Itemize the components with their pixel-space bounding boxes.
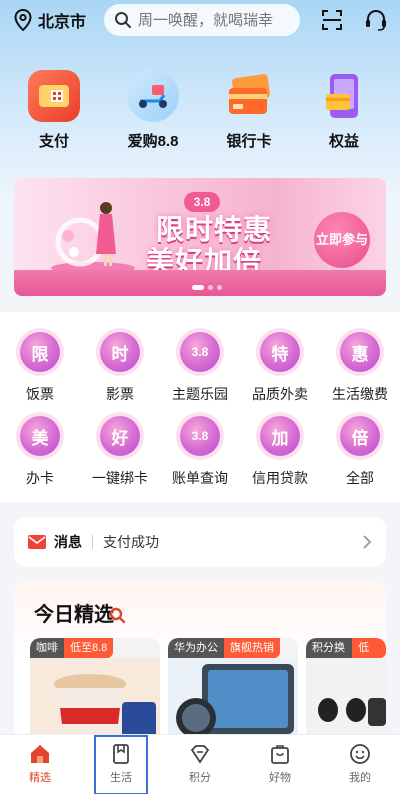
city-selector[interactable]: 北京市 <box>14 8 86 32</box>
search-deco-icon <box>109 607 126 624</box>
grid-label: 生活缴费 <box>332 386 388 402</box>
shopping-bag-icon <box>271 745 289 764</box>
product-card-huawei[interactable]: 华为办公 旗舰热销 <box>168 638 298 740</box>
grid-item-bill-query[interactable]: 3.8 账单查询 <box>160 416 240 488</box>
profile-icon <box>350 744 370 764</box>
chevron-right-icon <box>363 535 372 549</box>
nav-label: 积分 <box>189 772 211 784</box>
badge-icon: 美 <box>20 416 60 456</box>
feature-grid: 限 饭票 时 影票 3.8 主题乐园 特 品质外卖 惠 生活缴费 美 办卡 好 … <box>0 312 400 502</box>
pagination-dot <box>217 285 222 290</box>
section-title: 今日精选 <box>34 604 114 626</box>
message-title: 消息 <box>54 534 82 550</box>
search-bar[interactable] <box>104 4 300 36</box>
badge-icon: 倍 <box>340 416 380 456</box>
customer-service-icon[interactable] <box>364 8 388 32</box>
scooter-icon <box>127 70 179 122</box>
grid-label: 主题乐园 <box>172 386 228 402</box>
scan-icon[interactable] <box>320 8 344 32</box>
service-benefits[interactable]: 权益 <box>304 70 384 151</box>
badge-icon: 限 <box>20 332 60 372</box>
card-tag: 咖啡 <box>30 638 64 658</box>
service-label: 权益 <box>328 133 359 150</box>
card-tag: 华为办公 <box>168 638 224 658</box>
today-picks-section: 今日精选 咖啡 低至8.8 华为办公 旗舰热销 积分换 低 <box>14 580 386 740</box>
service-label: 爱购8.8 <box>127 133 179 150</box>
grid-item-theme-park[interactable]: 3.8 主题乐园 <box>160 332 240 404</box>
badge-icon: 3.8 <box>180 332 220 372</box>
top-header: 北京市 <box>0 0 400 40</box>
nav-label: 精选 <box>29 772 51 784</box>
grid-label: 全部 <box>346 470 374 486</box>
grid-label: 饭票 <box>26 386 54 402</box>
grid-item-bind-card[interactable]: 好 一键绑卡 <box>80 416 160 488</box>
earbuds-product-image <box>306 658 386 740</box>
card-promo: 旗舰热销 <box>224 638 280 658</box>
banner-cta-button[interactable]: 立即参与 <box>314 212 370 268</box>
badge-icon: 惠 <box>340 332 380 372</box>
pagination-dot <box>208 285 213 290</box>
grid-item-apply-card[interactable]: 美 办卡 <box>0 416 80 488</box>
grid-item-movie-ticket[interactable]: 时 影票 <box>80 332 160 404</box>
wallet-icon <box>28 70 80 122</box>
nav-tab-featured[interactable]: 精选 <box>0 735 80 794</box>
service-label: 银行卡 <box>226 133 272 150</box>
tablet-watch-product-image <box>168 658 298 740</box>
grid-label: 信用贷款 <box>252 470 308 486</box>
home-icon <box>31 745 49 763</box>
nav-label: 我的 <box>349 772 371 784</box>
bottom-navigation: 精选 生活 积分 好物 我的 <box>0 734 400 794</box>
phone-gift-icon <box>318 70 370 122</box>
grid-item-food-delivery[interactable]: 特 品质外卖 <box>240 332 320 404</box>
search-input[interactable] <box>138 11 298 29</box>
nav-tab-points[interactable]: 积分 <box>160 735 240 794</box>
envelope-icon <box>28 535 46 549</box>
points-icon <box>190 745 210 764</box>
city-name: 北京市 <box>38 14 87 31</box>
product-card-coffee[interactable]: 咖啡 低至8.8 <box>30 638 160 740</box>
nav-label: 生活 <box>110 772 132 784</box>
grid-item-all[interactable]: 倍 全部 <box>320 416 400 488</box>
location-pin-icon <box>14 9 32 31</box>
badge-icon: 3.8 <box>180 416 220 456</box>
nav-label: 好物 <box>269 772 291 784</box>
message-bar[interactable]: 消息 支付成功 <box>14 517 386 567</box>
grid-label: 一键绑卡 <box>92 470 148 486</box>
badge-icon: 加 <box>260 416 300 456</box>
promo-banner[interactable]: 3.8 限时特惠 美好加倍 立即参与 <box>14 178 386 296</box>
grid-label: 办卡 <box>26 470 54 486</box>
service-shortcuts: 支付 爱购8.8 银行卡 权益 <box>0 70 400 150</box>
service-label: 支付 <box>38 133 69 150</box>
grid-item-meal-voucher[interactable]: 限 饭票 <box>0 332 80 404</box>
grid-item-credit-loan[interactable]: 加 信用贷款 <box>240 416 320 488</box>
nav-tab-life[interactable]: 生活 <box>94 735 148 794</box>
product-card-points[interactable]: 积分换购 低至1 <box>306 638 386 740</box>
divider <box>92 535 93 549</box>
search-icon <box>115 12 131 28</box>
bank-card-icon <box>223 70 275 122</box>
grid-label: 品质外卖 <box>252 386 308 402</box>
service-shopping[interactable]: 爱购8.8 <box>113 70 193 151</box>
badge-icon: 时 <box>100 332 140 372</box>
nav-tab-mine[interactable]: 我的 <box>320 735 400 794</box>
badge-icon: 特 <box>260 332 300 372</box>
banner-pagination <box>192 285 222 290</box>
banner-illustration <box>51 202 135 274</box>
card-promo: 低至1 <box>352 638 386 674</box>
bookmark-icon <box>113 744 129 764</box>
grid-label: 账单查询 <box>172 470 228 486</box>
coffee-product-image <box>30 658 160 740</box>
message-text: 支付成功 <box>103 534 159 550</box>
badge-icon: 好 <box>100 416 140 456</box>
nav-tab-goods[interactable]: 好物 <box>240 735 320 794</box>
grid-item-utility-bills[interactable]: 惠 生活缴费 <box>320 332 400 404</box>
service-payment[interactable]: 支付 <box>14 70 94 151</box>
banner-stage <box>14 270 386 296</box>
card-promo: 低至8.8 <box>64 638 114 658</box>
service-bank-card[interactable]: 银行卡 <box>209 70 289 151</box>
grid-label: 影票 <box>106 386 134 402</box>
card-tag: 积分换购 <box>306 638 353 674</box>
pagination-dot <box>192 285 204 290</box>
